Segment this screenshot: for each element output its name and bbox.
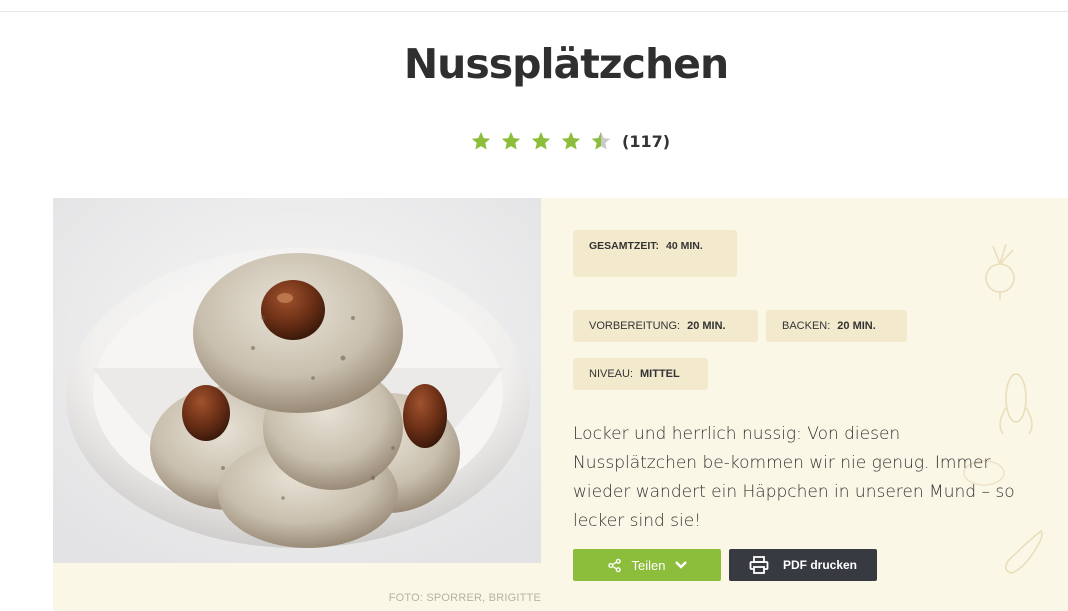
rating[interactable]: (117) [470,130,670,152]
level-value: MITTEL [640,368,680,380]
print-pdf-button[interactable]: PDF drucken [729,549,877,581]
total-time-value: 40 MIN. [666,240,703,252]
print-pdf-label: PDF drucken [782,558,857,572]
page-title: Nussplätzchen [403,40,729,88]
star-half-icon [591,131,611,150]
star-icon [501,131,521,150]
header-divider [0,11,1068,12]
printer-icon [749,556,769,574]
level-chip: NIVEAU: MITTEL [573,358,708,390]
rating-count: (117) [622,131,671,151]
prep-time-chip: VORBEREITUNG: 20 MIN. [573,310,758,342]
total-time-chip: GESAMTZEIT: 40 MIN. [573,230,737,277]
prep-time-label: VORBEREITUNG: [589,320,681,332]
star-icon [471,131,491,150]
star-icon [561,131,581,150]
cookies-in-bowl-image [53,198,541,563]
share-button-label: Teilen [631,557,666,573]
recipe-photo [53,198,541,563]
total-time-label: GESAMTZEIT: [589,240,659,252]
photo-credit: FOTO: SPORRER, BRIGITTE [388,592,541,604]
recipe-photo-panel: FOTO: SPORRER, BRIGITTE [53,198,541,611]
vegetable-decoration-icon [985,243,1015,300]
bake-time-label: BACKEN: [782,320,831,332]
share-button[interactable]: Teilen [573,549,721,581]
share-icon [607,558,621,572]
star-icon [531,131,551,150]
bake-time-value: 20 MIN. [837,320,876,332]
recipe-info-panel: GESAMTZEIT: 40 MIN. VORBEREITUNG: 20 MIN… [541,198,1068,611]
chevron-down-icon [675,561,688,569]
bake-time-chip: BACKEN: 20 MIN. [766,310,907,342]
level-label: NIVEAU: [589,368,634,380]
recipe-description: Locker und herrlich nussig: Von diesen N… [573,424,1015,531]
prep-time-value: 20 MIN. [687,320,726,332]
